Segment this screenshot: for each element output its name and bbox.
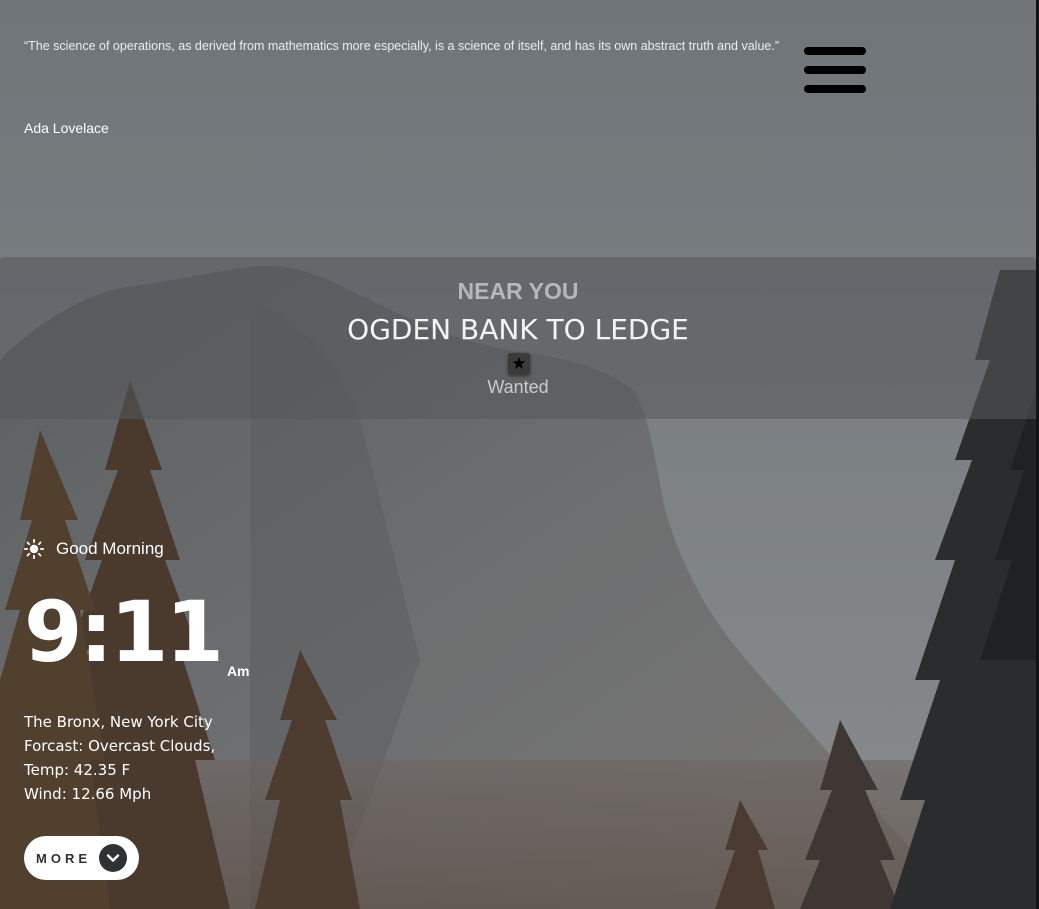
new-tab-dashboard: “The science of operations, as derived f… — [0, 0, 1039, 909]
place-name: OGDEN BANK TO LEDGE — [347, 313, 689, 346]
greeting: Good Morning — [24, 537, 164, 561]
clock-time: 9:11 — [24, 583, 224, 681]
menu-bar — [804, 85, 866, 93]
clock-period: Am — [226, 663, 250, 679]
clock: 9:11 Am — [24, 582, 250, 682]
chevron-down-icon — [99, 844, 127, 872]
wanted-status: Wanted — [487, 377, 549, 397]
more-button-label: MORE — [36, 850, 91, 866]
menu-bar — [804, 47, 866, 55]
quote-author: Ada Lovelace — [24, 120, 109, 136]
more-button[interactable]: MORE — [24, 836, 139, 880]
weather-forecast: Forcast: Overcast Clouds, — [24, 737, 216, 755]
sun-icon — [24, 539, 44, 559]
quote-text: “The science of operations, as derived f… — [24, 39, 779, 53]
weather-info: The Bronx, New York City Forcast: Overca… — [24, 710, 215, 806]
weather-wind: Wind: 12.66 Mph — [24, 785, 152, 803]
star-icon[interactable]: ★ — [508, 353, 530, 375]
near-you-heading: NEAR YOU — [457, 278, 579, 304]
menu-bar — [804, 66, 866, 74]
weather-temp: Temp: 42.35 F — [24, 761, 131, 779]
hamburger-menu-icon[interactable] — [804, 47, 866, 93]
greeting-text: Good Morning — [56, 539, 164, 558]
weather-location: The Bronx, New York City — [24, 713, 213, 731]
